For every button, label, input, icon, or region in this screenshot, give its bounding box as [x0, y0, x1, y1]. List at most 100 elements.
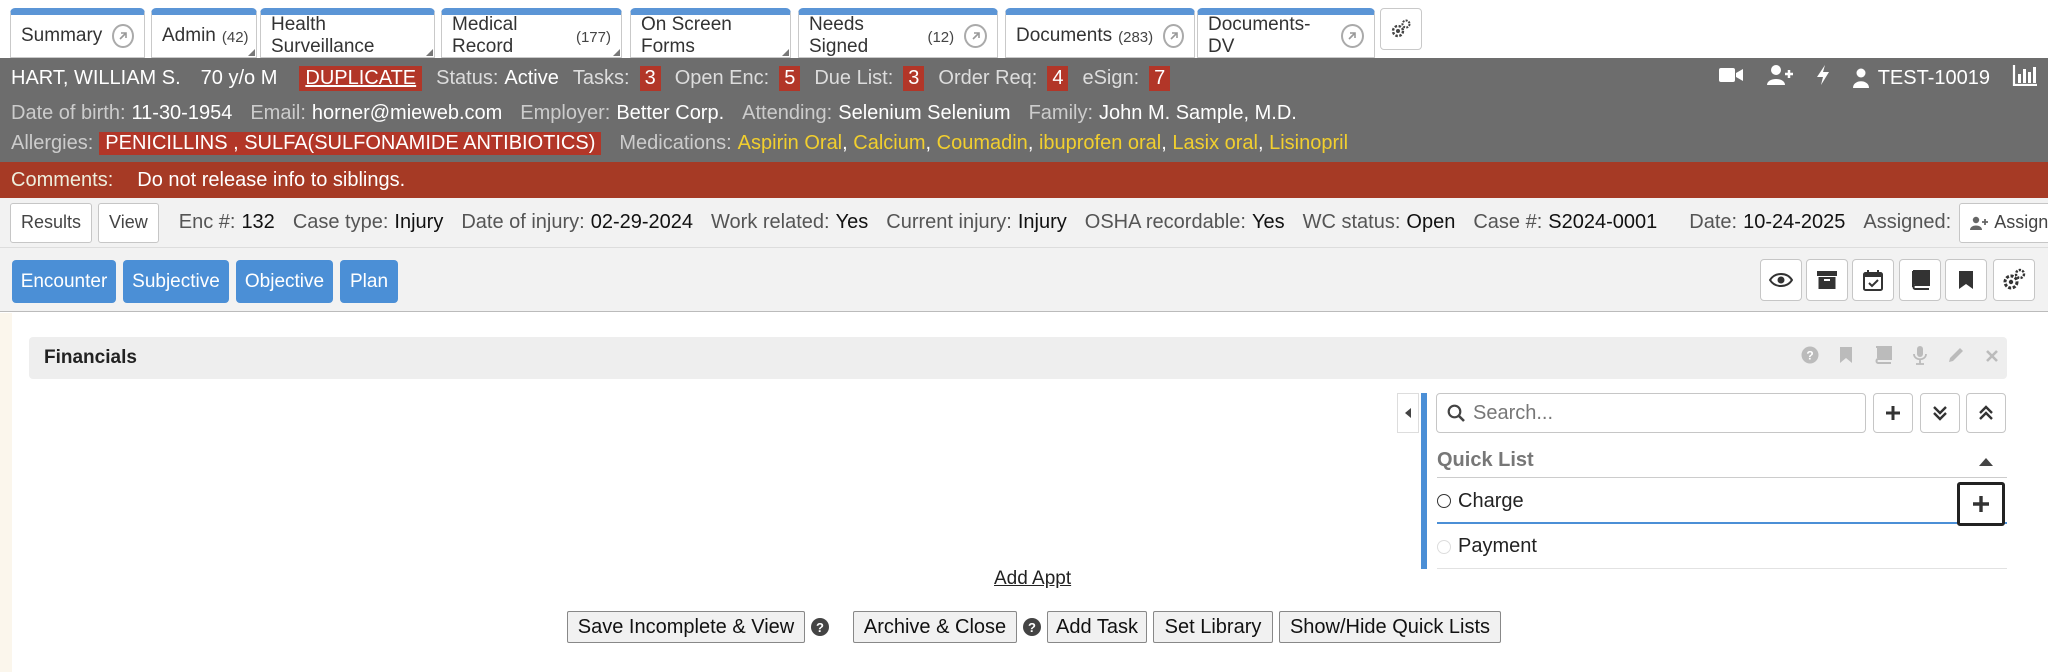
bar-chart-icon[interactable] [2012, 64, 2038, 92]
help-icon[interactable]: ? [1801, 346, 1819, 370]
tab-on-screen-forms[interactable]: On Screen Forms [630, 8, 791, 58]
due-list-badge[interactable]: 3 [903, 65, 925, 91]
help-icon[interactable]: ? [811, 618, 829, 636]
enc-value: 132 [241, 211, 275, 233]
medication-link[interactable]: Lasix oral [1172, 132, 1258, 154]
archive-icon[interactable] [1806, 259, 1848, 301]
search-input[interactable] [1473, 401, 1853, 425]
add-task-button[interactable]: Add Task [1047, 611, 1147, 643]
medication-link[interactable]: Calcium [853, 132, 925, 154]
quick-list-search[interactable] [1436, 393, 1866, 433]
popout-icon[interactable] [964, 24, 987, 48]
order-req-badge[interactable]: 4 [1047, 65, 1069, 91]
radio-icon[interactable] [1437, 539, 1451, 554]
esign-badge[interactable]: 7 [1149, 65, 1171, 91]
tab-documents-dv[interactable]: Documents-DV [1197, 8, 1375, 58]
radio-icon[interactable] [1437, 494, 1451, 508]
double-chevron-up-icon [1979, 405, 1993, 420]
doi-label: Date of injury: [461, 211, 585, 233]
plan-button[interactable]: Plan [340, 260, 398, 303]
add-appt-link[interactable]: Add Appt [994, 568, 1071, 590]
results-button[interactable]: Results [10, 202, 93, 243]
show-hide-quick-lists-button[interactable]: Show/Hide Quick Lists [1279, 611, 1501, 643]
user-menu[interactable]: TEST-10019 [1852, 67, 1990, 90]
microphone-icon[interactable] [1913, 345, 1927, 371]
user-id: TEST-10019 [1877, 66, 1990, 89]
osha-value: Yes [1251, 211, 1285, 233]
popout-icon[interactable] [1340, 24, 1364, 48]
case-type-label: Case type: [292, 211, 389, 233]
view-button[interactable]: View [98, 202, 159, 243]
help-icon[interactable]: ? [1023, 618, 1041, 636]
current-injury-value: Injury [1017, 211, 1067, 233]
add-button[interactable] [1873, 393, 1913, 433]
medication-link[interactable]: Lisinopril [1269, 132, 1348, 154]
tab-summary[interactable]: Summary [10, 8, 145, 58]
assign-button[interactable]: Assign [1959, 202, 2048, 243]
collapse-all-button[interactable] [1966, 393, 2006, 433]
tab-label: Needs Signed [809, 14, 869, 57]
allergies-value[interactable]: PENICILLINS , SULFA(SULFONAMIDE ANTIBIOT… [99, 131, 602, 155]
tab-settings-gears-icon[interactable] [1380, 8, 1422, 50]
preview-eye-icon[interactable] [1760, 259, 1802, 301]
add-user-icon[interactable] [1766, 64, 1794, 92]
user-icon [1852, 68, 1869, 88]
tab-admin[interactable]: Admin (42) [151, 8, 257, 58]
tab-count: (177) [575, 29, 611, 46]
book-icon[interactable] [1873, 346, 1893, 370]
calendar-check-icon[interactable] [1852, 259, 1894, 301]
assigned-label: Assigned: [1863, 211, 1952, 233]
save-incomplete-view-button[interactable]: Save Incomplete & View [567, 611, 805, 643]
collapse-quick-list-button[interactable] [1397, 393, 1419, 433]
add-charge-button[interactable] [1957, 482, 2005, 526]
dob-label: Date of birth: [11, 101, 126, 124]
encounter-bar: Results View Enc #: 132 Case type: Injury … [0, 198, 2048, 248]
resize-grip-icon [248, 49, 255, 56]
bookmark-icon[interactable] [1839, 346, 1853, 370]
quick-list-header[interactable]: Quick List [1437, 444, 2007, 478]
email-label: Email: [250, 101, 306, 124]
duplicate-link[interactable]: DUPLICATE [299, 65, 423, 91]
case-number: Case #: S2024-0001 [1473, 211, 1657, 234]
tab-bar: Summary Admin (42) Health Surveillance M… [0, 0, 2048, 58]
case-type: Case type: Injury [293, 211, 444, 234]
tab-health-surveillance[interactable]: Health Surveillance [260, 8, 435, 58]
tab-documents[interactable]: Documents (283) [1005, 8, 1195, 58]
tab-label: Documents-DV [1208, 14, 1311, 57]
video-camera-icon[interactable] [1718, 66, 1744, 90]
family-value: John M. Sample, M.D. [1099, 101, 1297, 124]
osha-recordable: OSHA recordable: Yes [1085, 211, 1285, 234]
add-user-icon [1970, 216, 1989, 230]
archive-close-button[interactable]: Archive & Close [853, 611, 1017, 643]
expand-all-button[interactable] [1920, 393, 1960, 433]
esign-label: eSign: [1082, 66, 1140, 89]
pencil-icon[interactable] [1947, 346, 1965, 370]
comments-banner: Comments: Do not release info to sibling… [0, 162, 2048, 198]
popout-icon[interactable] [112, 24, 134, 48]
quick-list-item-charge[interactable]: Charge [1437, 480, 2007, 526]
subjective-button[interactable]: Subjective [123, 260, 229, 303]
medication-link[interactable]: Coumadin [937, 132, 1028, 154]
tab-needs-signed[interactable]: Needs Signed (12) [798, 8, 998, 58]
medication-link[interactable]: ibuprofen oral [1039, 132, 1161, 154]
settings-gears-icon[interactable] [1993, 259, 2035, 301]
work-related: Work related: Yes [711, 211, 868, 234]
patient-header-tools: TEST-10019 [1718, 58, 2038, 98]
encounter-button[interactable]: Encounter [12, 260, 116, 303]
email-value: horner@mieweb.com [311, 101, 503, 124]
set-library-button[interactable]: Set Library [1153, 611, 1273, 643]
book-icon[interactable] [1899, 259, 1941, 301]
tasks-badge[interactable]: 3 [639, 65, 661, 91]
allergies-label: Allergies: [11, 131, 94, 154]
popout-icon[interactable] [1163, 24, 1184, 48]
close-icon[interactable] [1985, 347, 1999, 369]
medication-link[interactable]: Aspirin Oral [738, 132, 842, 154]
open-enc-badge[interactable]: 5 [779, 65, 801, 91]
tab-medical-record[interactable]: Medical Record (177) [441, 8, 622, 58]
bookmark-icon[interactable] [1945, 259, 1987, 301]
objective-button[interactable]: Objective [236, 260, 333, 303]
resize-grip-icon [613, 49, 620, 56]
lightning-icon[interactable] [1816, 64, 1830, 92]
attending-label: Attending: [742, 101, 833, 124]
quick-list-item-payment[interactable]: Payment [1437, 525, 2007, 569]
